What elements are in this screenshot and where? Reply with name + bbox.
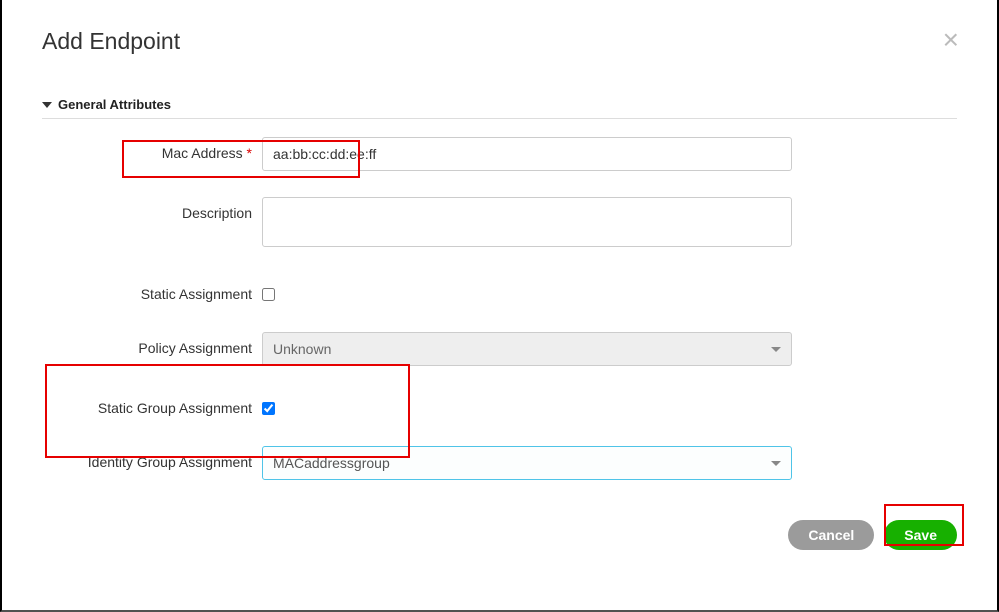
- save-button[interactable]: Save: [884, 520, 957, 550]
- row-identity-group-assignment: Identity Group Assignment MACaddressgrou…: [42, 446, 957, 480]
- identity-group-assignment-value: MACaddressgroup: [273, 455, 390, 471]
- section-header[interactable]: General Attributes: [42, 97, 957, 119]
- row-static-assignment: Static Assignment: [42, 278, 957, 306]
- description-input[interactable]: [262, 197, 792, 247]
- caret-down-icon: [42, 102, 52, 108]
- chevron-down-icon: [771, 347, 781, 352]
- chevron-down-icon: [771, 461, 781, 466]
- mac-address-input[interactable]: [262, 137, 792, 171]
- label-static-group-assignment: Static Group Assignment: [42, 392, 262, 416]
- row-mac-address: Mac Address *: [42, 137, 957, 171]
- dialog-title: Add Endpoint: [42, 28, 180, 54]
- static-group-assignment-checkbox[interactable]: [262, 402, 275, 415]
- close-icon[interactable]: ×: [943, 26, 959, 54]
- form-body: Mac Address * Description Static Assignm…: [42, 119, 957, 480]
- row-static-group-assignment: Static Group Assignment: [42, 392, 957, 420]
- general-attributes-section: General Attributes Mac Address * Descrip…: [42, 97, 957, 480]
- cancel-button[interactable]: Cancel: [788, 520, 874, 550]
- row-description: Description: [42, 197, 957, 252]
- row-policy-assignment: Policy Assignment Unknown: [42, 332, 957, 366]
- static-assignment-checkbox[interactable]: [262, 288, 275, 301]
- policy-assignment-select[interactable]: Unknown: [262, 332, 792, 366]
- mac-address-label-text: Mac Address: [162, 145, 243, 161]
- button-bar: Cancel Save: [788, 520, 957, 550]
- label-identity-group-assignment: Identity Group Assignment: [42, 446, 262, 470]
- label-description: Description: [42, 197, 262, 221]
- label-static-assignment: Static Assignment: [42, 278, 262, 302]
- required-asterisk-icon: *: [247, 145, 252, 161]
- label-mac-address: Mac Address *: [42, 137, 262, 161]
- identity-group-assignment-select[interactable]: MACaddressgroup: [262, 446, 792, 480]
- policy-assignment-value: Unknown: [273, 341, 331, 357]
- label-policy-assignment: Policy Assignment: [42, 332, 262, 356]
- section-title: General Attributes: [58, 97, 171, 112]
